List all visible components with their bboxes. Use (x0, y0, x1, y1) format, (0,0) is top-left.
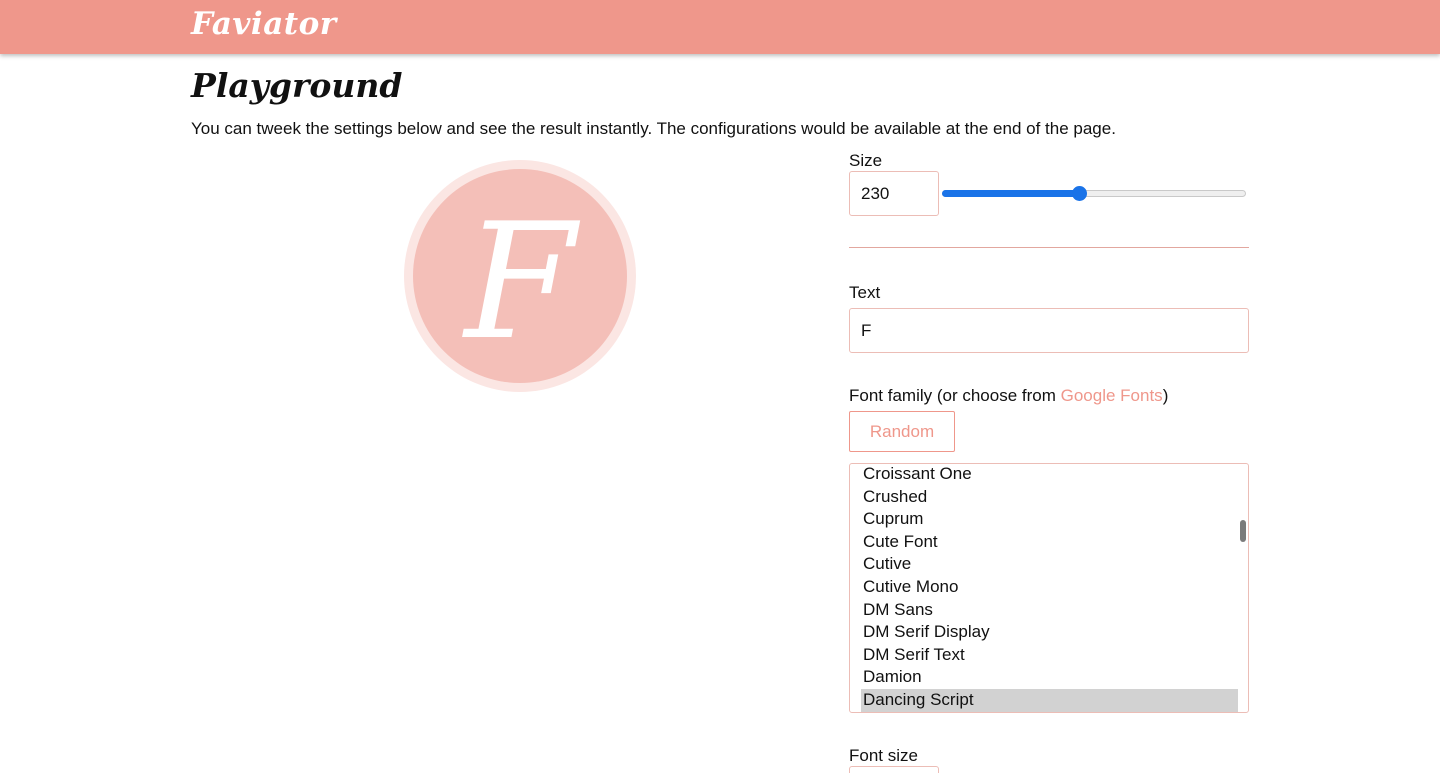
font-option[interactable]: Crushed (861, 486, 1238, 509)
random-font-button[interactable]: Random (849, 411, 955, 452)
text-input[interactable]: F (849, 308, 1249, 353)
page-title: Playground (191, 66, 403, 105)
text-label: Text (849, 283, 881, 302)
font-family-list[interactable]: Croissant One Crushed Cuprum Cute Font Cutiv… (849, 463, 1249, 713)
font-option[interactable]: Damion (861, 666, 1238, 689)
font-option[interactable]: Cute Font (861, 531, 1238, 554)
favicon-preview: F (404, 160, 636, 392)
font-list-scrollbar[interactable] (1240, 520, 1246, 542)
top-bar: Faviator (0, 0, 1440, 54)
font-option[interactable]: Croissant One (861, 464, 1238, 486)
section-divider (849, 247, 1249, 248)
font-family-label: Font family (or choose from Google Fonts… (849, 386, 1168, 406)
brand-logo[interactable]: Faviator (191, 6, 337, 42)
font-option[interactable]: DM Serif Display (861, 621, 1238, 644)
font-family-label-prefix: Font family (or choose from (849, 386, 1061, 405)
size-slider-thumb[interactable] (1071, 186, 1087, 201)
favicon-preview-text: F (464, 188, 576, 375)
font-option[interactable]: Dancing Script (861, 689, 1238, 712)
font-size-input[interactable] (849, 766, 939, 773)
intro-text: You can tweek the settings below and see… (191, 119, 1116, 138)
google-fonts-link[interactable]: Google Fonts (1061, 386, 1163, 405)
font-option[interactable]: Cutive Mono (861, 576, 1238, 599)
font-option[interactable]: DM Serif Text (861, 644, 1238, 667)
favicon-preview-circle: F (413, 169, 627, 383)
font-option[interactable]: Cutive (861, 553, 1238, 576)
size-slider[interactable] (942, 186, 1248, 201)
size-input[interactable]: 230 (849, 171, 939, 216)
font-option[interactable]: DM Sans (861, 599, 1238, 622)
size-label: Size (849, 151, 883, 170)
size-slider-fill (942, 190, 1079, 197)
font-option[interactable]: Cuprum (861, 508, 1238, 531)
font-size-label: Font size (849, 746, 918, 765)
font-family-label-suffix: ) (1162, 386, 1169, 405)
